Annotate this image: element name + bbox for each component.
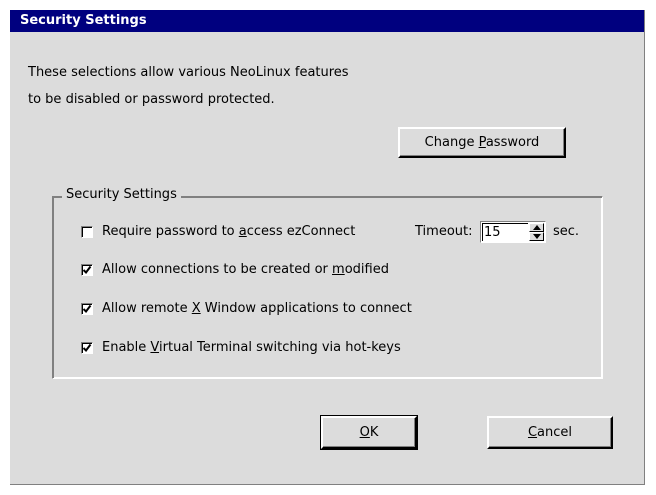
require-password-checkbox[interactable]: [81, 226, 93, 238]
allow-connections-checkbox[interactable]: [81, 264, 93, 276]
security-settings-window: Security Settings These selections allow…: [10, 10, 645, 485]
cancel-button[interactable]: Cancel: [487, 416, 613, 449]
enable-vt-switching-label[interactable]: Enable Virtual Terminal switching via ho…: [102, 340, 401, 356]
allow-remote-x-checkbox[interactable]: [81, 303, 93, 315]
cancel-label: Cancel: [527, 425, 573, 440]
change-password-button[interactable]: Change Password: [398, 127, 566, 158]
timeout-spinbox[interactable]: [480, 221, 546, 243]
intro-text-line-1: These selections allow various NeoLinux …: [28, 65, 349, 80]
ok-label: OK: [359, 425, 379, 440]
spin-up-arrow-icon[interactable]: [529, 223, 544, 232]
checkmark-icon: [82, 265, 92, 275]
checkmark-icon: [82, 343, 92, 353]
timeout-label: Timeout:: [415, 224, 473, 239]
timeout-spin-buttons[interactable]: [529, 223, 544, 241]
require-password-label[interactable]: Require password to access ezConnect: [102, 224, 355, 240]
checkmark-icon: [82, 304, 92, 314]
group-title: Security Settings: [62, 187, 181, 203]
intro-text-line-2: to be disabled or password protected.: [28, 92, 275, 107]
title-bar: Security Settings: [10, 10, 644, 32]
allow-connections-label[interactable]: Allow connections to be created or modif…: [102, 262, 389, 278]
allow-remote-x-label[interactable]: Allow remote X Window applications to co…: [102, 301, 412, 317]
timeout-input[interactable]: [482, 223, 528, 241]
window-title: Security Settings: [20, 13, 147, 28]
timeout-unit: sec.: [553, 224, 580, 239]
spin-down-arrow-icon[interactable]: [529, 232, 544, 241]
ok-button[interactable]: OK: [320, 415, 418, 450]
enable-vt-switching-checkbox[interactable]: [81, 342, 93, 354]
change-password-label: Change Password: [424, 135, 540, 150]
